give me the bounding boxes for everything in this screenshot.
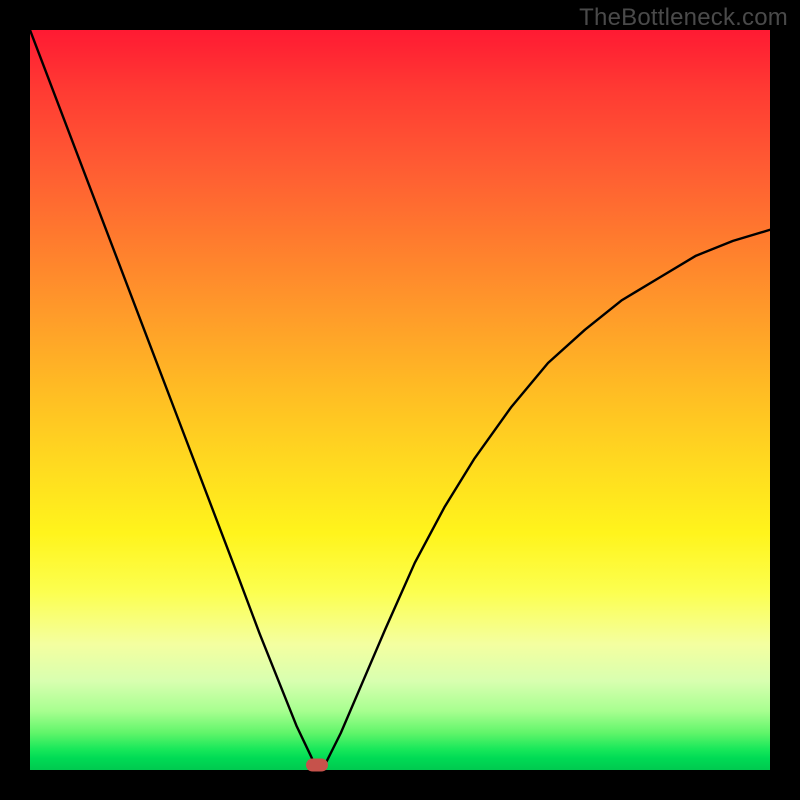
plot-area [30,30,770,770]
chart-frame: TheBottleneck.com [0,0,800,800]
watermark-text: TheBottleneck.com [579,4,788,32]
bottleneck-curve-path [30,30,770,770]
curve-svg [30,30,770,770]
min-marker [306,758,328,771]
